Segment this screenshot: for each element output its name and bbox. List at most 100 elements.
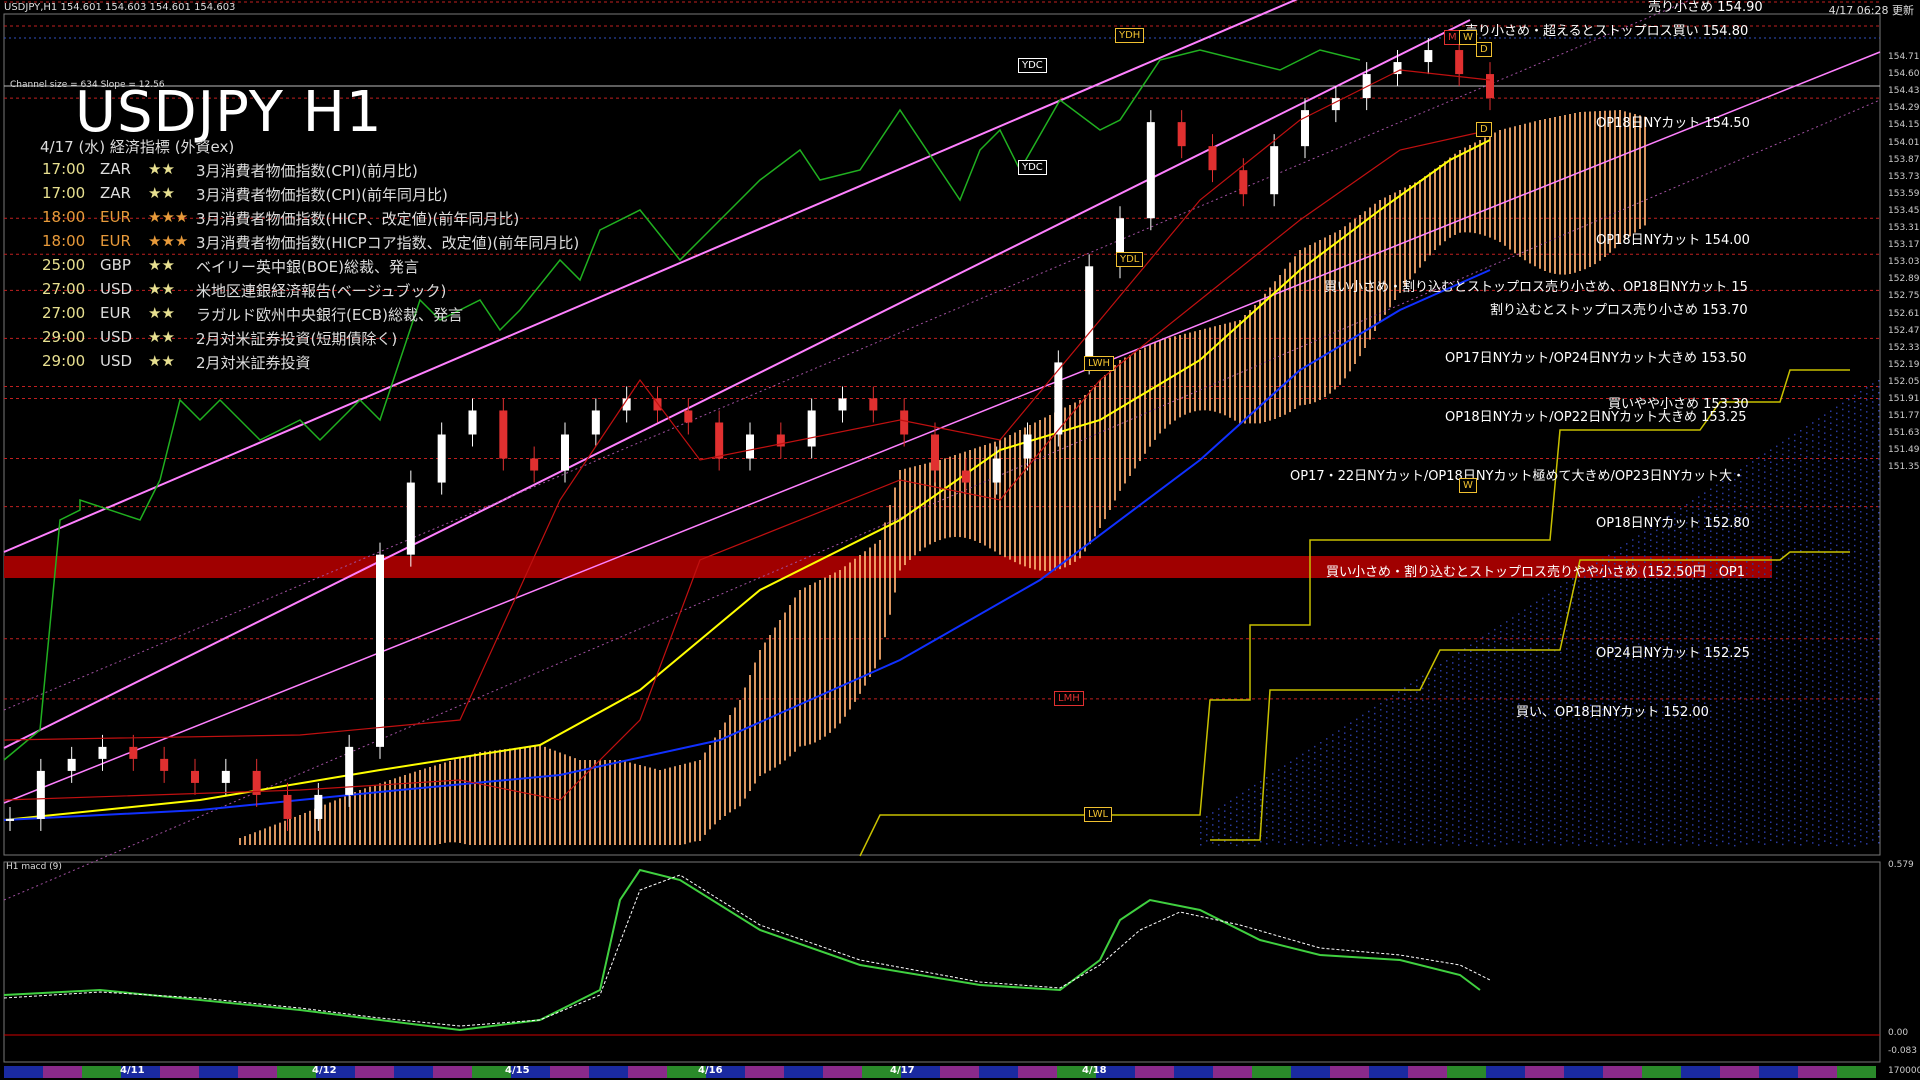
cloud-dot [1788,473,1790,476]
cloud-dot [1842,564,1844,567]
cloud-dot [1788,683,1790,686]
cloud-dot [1452,782,1454,784]
cloud-dot [1782,543,1784,546]
cloud-dot [1728,494,1730,497]
cloud-dot [1848,506,1850,509]
cloud-dot [1530,785,1532,787]
cloud-dot [1518,697,1520,699]
cloud-dot [1878,524,1880,526]
cloud-dot [1524,741,1526,743]
cloud-dot [1602,588,1604,591]
cloud-dot [1656,835,1658,838]
cloud-dot [1776,757,1778,760]
cloud-dot [1734,814,1736,817]
cloud-dot [1614,766,1616,769]
cloud-dot [1596,604,1598,607]
cloud-dot [1662,531,1664,534]
cloud-dot [1656,697,1658,700]
cloud-dot [1608,692,1610,695]
cloud-dot [1698,586,1700,588]
cloud-dot [1770,779,1772,781]
cloud-dot [1650,803,1652,805]
cloud-dot [1872,671,1874,673]
cloud-dot [1404,717,1406,719]
cloud-dot [1590,668,1592,670]
cloud-dot [1872,821,1874,823]
cloud-dot [1608,836,1610,839]
cloud-dot [1818,718,1820,720]
cloud-dot [1824,600,1826,602]
cloud-dot [1854,460,1856,463]
cloud-dot [1830,794,1832,796]
cloud-dot [1674,697,1676,700]
cloud-dot [1602,786,1604,789]
cloud-dot [1848,440,1850,443]
cloud-dot [1698,844,1700,846]
cloud-dot [1578,754,1580,756]
cloud-dot [1812,494,1814,496]
cloud-dot [1524,783,1526,785]
cloud-dot [1794,787,1796,790]
cloud-dot [1818,544,1820,546]
cloud-dot [1740,745,1742,747]
cloud-dot [1578,604,1580,606]
cloud-dot [1872,725,1874,727]
cloud-dot [1800,712,1802,714]
cloud-dot [1698,724,1700,726]
cloud-dot [1626,825,1628,827]
cloud-dot [1752,479,1754,481]
cloud-dot [1656,769,1658,772]
cloud-dot [1632,557,1634,559]
cloud-dot [1302,813,1304,816]
cloud-dot [1866,729,1868,731]
cloud-dot [1416,721,1418,724]
cloud-dot [1746,555,1748,557]
cloud-dot [1782,705,1784,708]
cloud-dot [1764,735,1766,737]
cloud-dot [1584,732,1586,734]
cloud-dot [1716,844,1718,847]
cloud-dot [1464,756,1466,758]
cloud-dot [1650,839,1652,841]
cloud-dot [1584,810,1586,812]
cloud-dot [1662,591,1664,594]
cloud-dot [1716,586,1718,589]
cloud-dot [1842,672,1844,675]
cloud-dot [1692,596,1694,598]
cloud-dot [1692,830,1694,832]
cloud-dot [1686,600,1688,602]
cloud-dot [1422,741,1424,744]
cloud-dot [1242,804,1244,807]
cloud-dot [1554,613,1556,616]
cloud-dot [1692,800,1694,802]
cloud-dot [1722,738,1724,741]
cloud-dot [1722,588,1724,591]
cloud-dot [1758,673,1760,675]
cloud-dot [1812,710,1814,712]
cloud-dot [1638,721,1640,723]
cloud-dot [1608,626,1610,629]
cloud-dot [1488,734,1490,737]
cloud-dot [1674,733,1676,736]
cloud-dot [1614,550,1616,553]
cloud-dot [1602,618,1604,621]
cloud-dot [1644,825,1646,827]
cloud-dot [1716,508,1718,511]
cloud-dot [1608,818,1610,821]
cloud-dot [1830,464,1832,466]
cloud-dot [1440,664,1442,666]
cloud-dot [1764,579,1766,581]
cloud-dot [1848,842,1850,845]
cloud-dot [1434,829,1436,832]
cloud-dot [1590,812,1592,814]
cloud-dot [1494,760,1496,763]
cloud-dot [1710,710,1712,712]
cloud-dot [1650,539,1652,541]
cloud-dot [1794,529,1796,532]
cloud-dot [1764,711,1766,713]
cloud-dot [1374,802,1376,805]
cloud-dot [1818,556,1820,558]
cloud-dot [1530,671,1532,673]
cloud-dot [1326,798,1328,800]
cloud-dot [1860,415,1862,417]
